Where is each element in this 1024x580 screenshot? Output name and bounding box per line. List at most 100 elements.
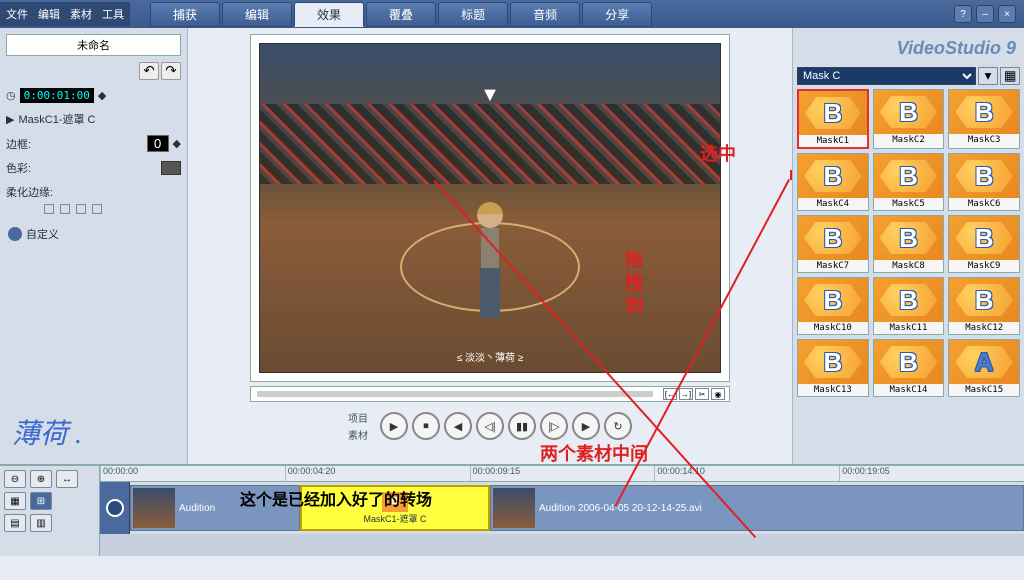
tab-4[interactable]: 标题 [438,2,508,27]
thumb-MaskC1[interactable]: BMaskC1 [797,89,869,149]
soft-0[interactable] [44,204,54,214]
color-label: 色彩: [6,160,31,176]
soft-2[interactable] [76,204,86,214]
trim-btn-2[interactable]: ✂ [695,388,709,400]
transport-btn-3[interactable]: ◁| [476,412,504,440]
watermark-text: 薄荷 . [4,404,183,460]
track-tool-1[interactable]: ▤ [4,514,26,532]
color-swatch[interactable] [161,161,181,175]
thumb-MaskC13[interactable]: BMaskC13 [797,339,869,397]
menu-file[interactable]: 文件 [6,6,28,22]
customize-button[interactable]: 自定义 [8,226,179,242]
duration-field[interactable]: 0:00:01:00 [20,88,94,103]
tab-6[interactable]: 分享 [582,2,652,27]
video-track[interactable]: Audition B MaskC1-遮罩 C Audition 2006-04-… [100,482,1024,534]
project-name[interactable]: 未命名 [6,34,181,56]
tab-2[interactable]: 效果 [294,2,364,27]
soft-3[interactable] [92,204,102,214]
video-caption: ≤ 淡淡丶薄荷 ≥ [457,349,524,364]
transport-btn-1[interactable]: ⏹ [412,412,440,440]
track-tool-2[interactable]: ▥ [30,514,52,532]
soft-edge-label: 柔化边缘: [6,184,53,200]
clock-icon: ◷ [6,89,16,102]
transport-btn-5[interactable]: |▷ [540,412,568,440]
clip-2[interactable]: Audition 2006-04-05 20-12-14-25.avi [490,485,1024,531]
library-category-select[interactable]: Mask C [797,67,976,85]
tab-3[interactable]: 覆叠 [366,2,436,27]
transition-clip[interactable]: B MaskC1-遮罩 C [300,485,490,531]
timeline-tools: ⊖ ⊕ ↔ ▦ ⊞ ▤ ▥ [0,466,100,556]
transport-btn-0[interactable]: ▶ [380,412,408,440]
trim-bar[interactable]: [←→]✂◉ [250,386,730,402]
scrubber[interactable] [257,391,653,397]
thumb-MaskC2[interactable]: BMaskC2 [873,89,945,149]
preview-area: ▼ ≤ 淡淡丶薄荷 ≥ [←→]✂◉ 项目 素材 ▶⏹◀◁|▮▮|▷▶↻ [188,28,792,464]
effect-name: MaskC1-遮罩 C [18,111,95,127]
menu-tools[interactable]: 工具 [102,6,124,22]
menubar: 文件 编辑 素材 工具 [0,2,130,26]
library-dropdown-icon[interactable]: ▾ [978,67,998,85]
preview-video[interactable]: ▼ ≤ 淡淡丶薄荷 ≥ [259,43,721,373]
duration-stepper[interactable]: ◆ [98,89,106,102]
undo-button[interactable]: ↶ [139,62,159,80]
thumb-MaskC5[interactable]: BMaskC5 [873,153,945,211]
border-input[interactable] [147,135,169,152]
timeline-view-button[interactable]: ⊞ [30,492,52,510]
thumb-MaskC15[interactable]: AMaskC15 [948,339,1020,397]
tab-0[interactable]: 捕获 [150,2,220,27]
arrow-down-icon: ▼ [480,84,500,107]
gear-icon [8,227,22,241]
thumb-MaskC4[interactable]: BMaskC4 [797,153,869,211]
thumb-MaskC6[interactable]: BMaskC6 [948,153,1020,211]
thumb-MaskC3[interactable]: BMaskC3 [948,89,1020,149]
zoom-in-button[interactable]: ⊕ [30,470,52,488]
trim-btn-3[interactable]: ◉ [711,388,725,400]
help-button[interactable]: ? [954,5,972,23]
library-folder-button[interactable]: ▦ [1000,67,1020,85]
tab-5[interactable]: 音频 [510,2,580,27]
options-panel: 未命名 ↶ ↷ ◷ 0:00:01:00 ◆ ▶ MaskC1-遮罩 C 边框:… [0,28,188,464]
trim-btn-1[interactable]: →] [679,388,693,400]
thumb-MaskC10[interactable]: BMaskC10 [797,277,869,335]
reel-icon [106,499,124,517]
preview-window: ▼ ≤ 淡淡丶薄荷 ≥ [250,34,730,382]
mode-project[interactable]: 项目 [348,410,368,425]
transport-btn-2[interactable]: ◀ [444,412,472,440]
clip-1[interactable]: Audition [130,485,300,531]
track-head-video[interactable] [100,482,130,534]
thumb-MaskC9[interactable]: BMaskC9 [948,215,1020,273]
soft-1[interactable] [60,204,70,214]
thumb-MaskC7[interactable]: BMaskC7 [797,215,869,273]
thumb-MaskC8[interactable]: BMaskC8 [873,215,945,273]
zoom-fit-button[interactable]: ↔ [56,470,78,488]
thumb-MaskC14[interactable]: BMaskC14 [873,339,945,397]
transport-controls: 项目 素材 ▶⏹◀◁|▮▮|▷▶↻ [348,410,632,442]
timeline: ⊖ ⊕ ↔ ▦ ⊞ ▤ ▥ 00:00:0000:00:04:2000:00:0… [0,464,1024,556]
app-brand: VideoStudio 9 [797,32,1020,67]
transport-btn-6[interactable]: ▶ [572,412,600,440]
window-buttons: ? – × [946,5,1024,23]
effect-icon: ▶ [6,113,14,126]
zoom-out-button[interactable]: ⊖ [4,470,26,488]
transport-btn-4[interactable]: ▮▮ [508,412,536,440]
thumb-MaskC12[interactable]: BMaskC12 [948,277,1020,335]
thumb-MaskC11[interactable]: BMaskC11 [873,277,945,335]
transition-thumb-icon: B [382,492,408,512]
storyboard-view-button[interactable]: ▦ [4,492,26,510]
minimize-button[interactable]: – [976,5,994,23]
library-thumbs: BMaskC1BMaskC2BMaskC3BMaskC4BMaskC5BMask… [797,89,1020,397]
menu-edit[interactable]: 编辑 [38,6,60,22]
mode-clip[interactable]: 素材 [348,427,368,442]
menu-clip[interactable]: 素材 [70,6,92,22]
redo-button[interactable]: ↷ [161,62,181,80]
border-stepper[interactable]: ◆ [173,137,181,150]
tab-1[interactable]: 编辑 [222,2,292,27]
time-ruler[interactable]: 00:00:0000:00:04:2000:00:09:1500:00:14:1… [100,466,1024,482]
border-label: 边框: [6,136,31,152]
step-tabs: 捕获编辑效果覆叠标题音频分享 [150,2,946,27]
titlebar: 文件 编辑 素材 工具 捕获编辑效果覆叠标题音频分享 ? – × [0,0,1024,28]
transport-btn-7[interactable]: ↻ [604,412,632,440]
close-button[interactable]: × [998,5,1016,23]
timeline-body[interactable]: 00:00:0000:00:04:2000:00:09:1500:00:14:1… [100,466,1024,556]
character [475,202,505,322]
